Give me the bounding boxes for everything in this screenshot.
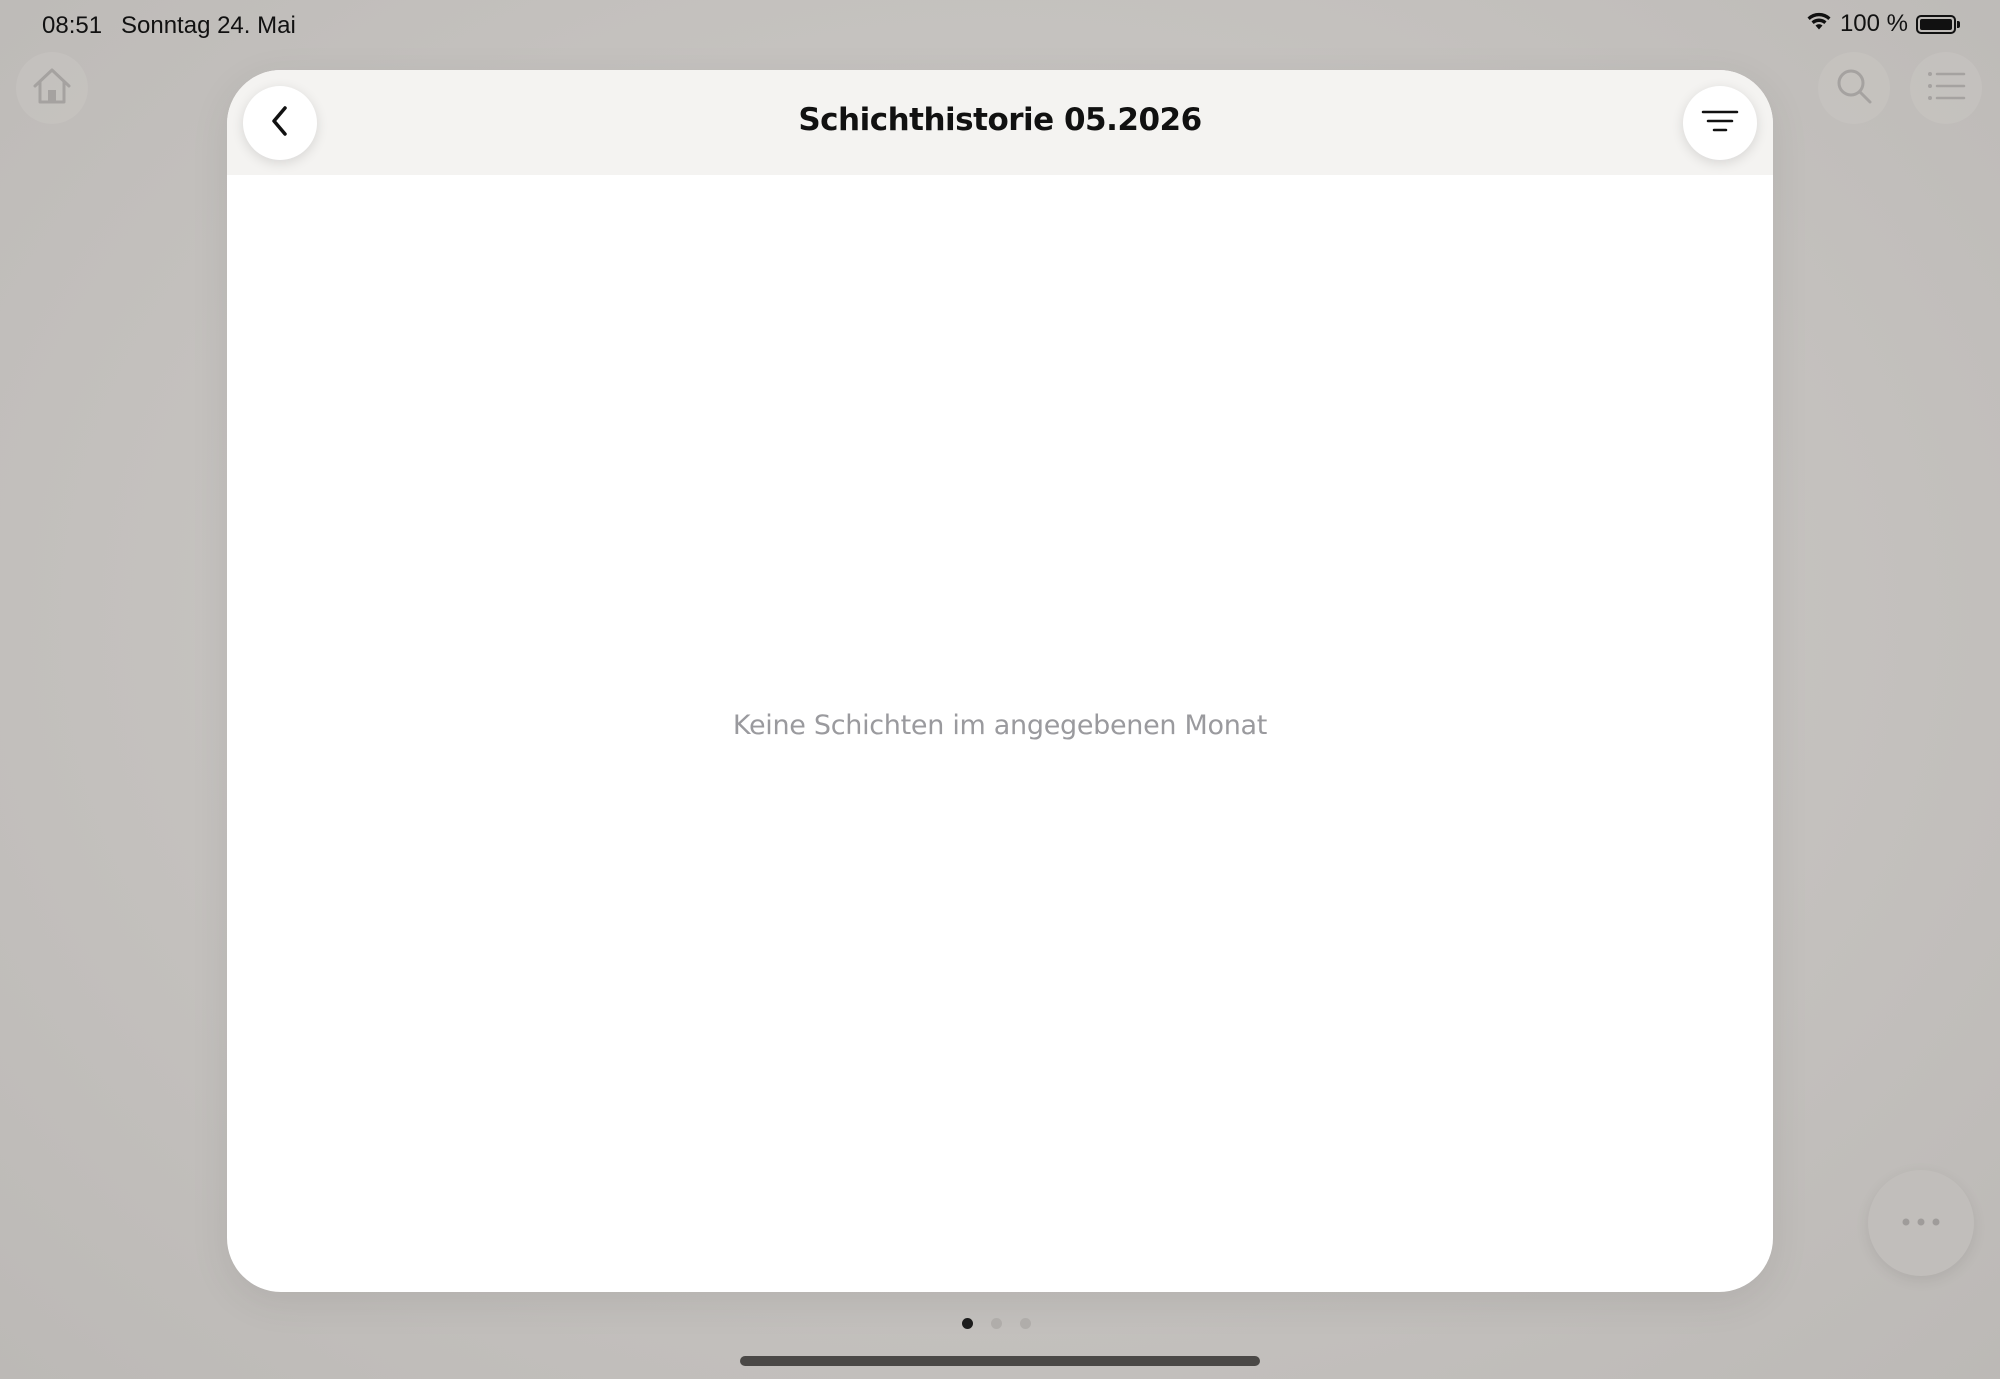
search-button [1818, 52, 1890, 124]
home-icon [31, 66, 73, 111]
page-dot-3[interactable] [1020, 1318, 1031, 1329]
page-indicator[interactable] [962, 1318, 1031, 1329]
home-button [16, 52, 88, 124]
wifi-icon [1806, 10, 1832, 38]
list-button [1910, 52, 1982, 124]
status-indicators: 100 % [1806, 10, 1960, 38]
status-date: Sonntag 24. Mai [121, 12, 296, 39]
page-dot-1[interactable] [962, 1318, 973, 1329]
status-time: 08:51 [42, 12, 103, 39]
filter-button[interactable] [1683, 86, 1757, 160]
modal-title: Schichthistorie 05.2026 [798, 102, 1202, 138]
list-icon [1926, 70, 1966, 107]
more-icon [1901, 1214, 1941, 1232]
home-indicator[interactable] [740, 1356, 1260, 1366]
battery-percent: 100 % [1839, 10, 1908, 37]
battery-icon [1916, 14, 1960, 34]
empty-state-message: Keine Schichten im angegebenen Monat [732, 710, 1268, 741]
filter-icon [1701, 109, 1739, 138]
more-button [1868, 1170, 1974, 1276]
page-dot-2[interactable] [991, 1318, 1002, 1329]
status-bar: 08:51 Sonntag 24. Mai 100 % [0, 0, 2000, 52]
shift-history-modal: Schichthistorie 05.2026 Keine Schichten … [227, 70, 1773, 1292]
modal-header: Schichthistorie 05.2026 [227, 70, 1773, 175]
search-icon [1834, 66, 1874, 111]
